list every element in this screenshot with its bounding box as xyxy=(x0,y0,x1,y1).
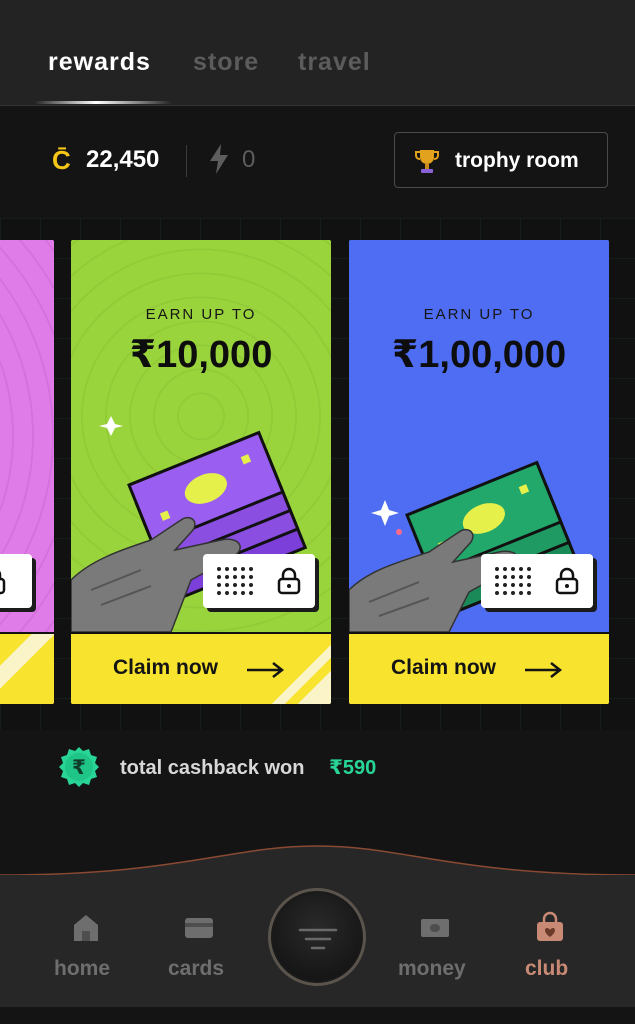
rewards-carousel[interactable]: EARN UP TO ₹10,000 Claim now EARN UP TO … xyxy=(0,218,635,730)
tab-store[interactable]: store xyxy=(193,48,259,77)
menu-lines-icon xyxy=(298,928,338,950)
reward-amount: ₹10,000 xyxy=(129,334,273,376)
arrow-right-icon xyxy=(525,662,563,678)
earn-up-to-label: EARN UP TO xyxy=(423,306,535,323)
nav-cards[interactable]: cards xyxy=(165,875,235,1007)
boosts-count: 0 xyxy=(242,146,256,173)
top-tab-bar: rewards store travel xyxy=(0,0,635,106)
claim-now-button[interactable]: Claim now xyxy=(71,632,331,704)
nav-bottom-edge xyxy=(0,1007,635,1024)
coins-balance: 22,450 xyxy=(86,146,160,173)
card-icon xyxy=(185,918,213,938)
tab-travel[interactable]: travel xyxy=(298,48,371,77)
lock-icon xyxy=(0,570,6,595)
cashback-value: ₹590 xyxy=(329,757,377,779)
card-art xyxy=(0,240,54,632)
center-menu-button[interactable] xyxy=(268,888,366,986)
reward-amount: ₹1,00,000 xyxy=(391,334,567,376)
lock-box xyxy=(0,554,32,608)
nav-money[interactable]: money xyxy=(395,875,475,1007)
claim-button[interactable] xyxy=(0,632,54,704)
nav-money-label: money xyxy=(398,957,466,980)
trophy-room-button[interactable]: trophy room xyxy=(394,132,608,188)
stats-divider xyxy=(186,145,187,177)
cashback-label: total cashback won xyxy=(120,757,305,779)
trophy-icon xyxy=(415,150,439,173)
trophy-room-label: trophy room xyxy=(455,149,579,172)
claim-now-label: Claim now xyxy=(113,656,219,679)
active-tab-indicator xyxy=(34,101,172,104)
dots-pattern-icon xyxy=(495,567,531,595)
lightning-icon xyxy=(210,144,228,174)
reward-card-partial[interactable] xyxy=(0,240,54,704)
claim-now-label: Claim now xyxy=(391,656,497,679)
coins-icon: C̄ xyxy=(52,145,71,175)
dots-pattern-icon xyxy=(217,567,253,595)
rupee-badge-icon: ₹ xyxy=(59,747,99,787)
money-icon xyxy=(421,919,449,937)
nav-cards-label: cards xyxy=(168,957,225,980)
card-art: EARN UP TO ₹10,000 xyxy=(71,240,331,632)
nav-home-label: home xyxy=(54,957,111,980)
nav-club-label: club xyxy=(525,957,569,980)
nav-wave-divider xyxy=(0,845,635,880)
arrow-right-icon xyxy=(247,662,285,678)
reward-card-100000[interactable]: EARN UP TO ₹1,00,000 Claim now xyxy=(349,240,609,704)
lock-icon xyxy=(277,567,301,595)
reward-card-10000[interactable]: EARN UP TO ₹10,000 Claim now xyxy=(71,240,331,704)
club-bag-icon xyxy=(537,911,563,941)
nav-club[interactable]: club xyxy=(520,875,590,1007)
claim-now-button[interactable]: Claim now xyxy=(349,632,609,704)
tab-rewards[interactable]: rewards xyxy=(48,48,151,77)
lock-box xyxy=(481,554,593,608)
svg-text:₹: ₹ xyxy=(72,755,86,779)
home-icon xyxy=(74,915,98,941)
nav-home[interactable]: home xyxy=(50,875,120,1007)
lock-icon xyxy=(555,567,579,595)
card-art: EARN UP TO ₹1,00,000 xyxy=(349,240,609,632)
lock-box xyxy=(203,554,315,608)
earn-up-to-label: EARN UP TO xyxy=(145,306,257,323)
